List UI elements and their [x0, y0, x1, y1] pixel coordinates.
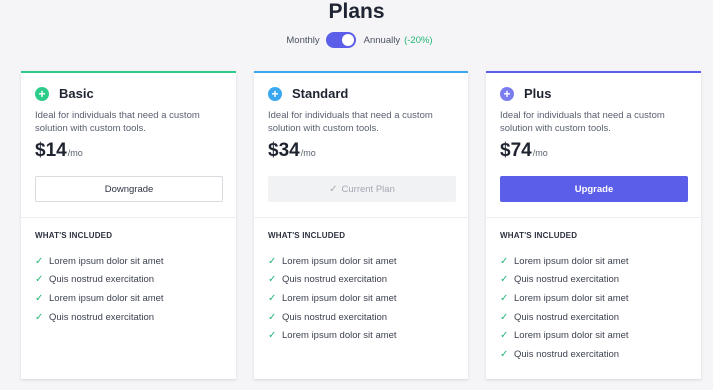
included-heading: WHAT'S INCLUDED: [268, 231, 346, 240]
check-icon: ✓: [500, 292, 509, 304]
feature-item: ✓ Quis nostrud exercitation: [35, 271, 164, 290]
feature-text: Quis nostrud exercitation: [514, 274, 620, 286]
toggle-knob: [341, 34, 354, 46]
plan-description: Ideal for individuals that need a custom…: [268, 110, 433, 134]
billing-period-toggle[interactable]: [325, 32, 356, 48]
feature-text: Lorem ipsum dolor sit amet: [282, 330, 397, 342]
card-accent-line: [254, 71, 468, 73]
plan-name: Standard: [292, 86, 349, 101]
check-icon: ✓: [268, 311, 277, 323]
feature-list: ✓ Lorem ipsum dolor sit amet ✓ Quis nostru…: [268, 252, 397, 345]
check-icon: ✓: [35, 255, 44, 267]
feature-item: ✓ Quis nostrud exercitation: [500, 271, 629, 290]
card-accent-line: [486, 71, 701, 73]
annually-label[interactable]: Annually: [364, 35, 400, 46]
button-label: Upgrade: [574, 183, 614, 195]
price-amount: $74: [500, 140, 532, 161]
feature-item: ✓ Lorem ipsum dolor sit amet: [35, 289, 164, 308]
plan-description: Ideal for individuals that need a custom…: [35, 110, 200, 134]
feature-item: ✓ Quis nostrud exercitation: [268, 271, 397, 290]
discount-badge: (-20%): [404, 34, 433, 46]
feature-text: Lorem ipsum dolor sit amet: [282, 292, 397, 304]
included-heading: WHAT'S INCLUDED: [500, 231, 578, 240]
divider: [254, 217, 468, 218]
feature-text: Lorem ipsum dolor sit amet: [514, 330, 629, 342]
plan-card-plus: + Plus Ideal for individuals that need a…: [486, 71, 701, 379]
upgrade-button[interactable]: Upgrade: [500, 176, 688, 202]
feature-item: ✓ Quis nostrud exercitation: [35, 308, 164, 327]
check-icon: ✓: [268, 255, 277, 267]
price-amount: $14: [35, 140, 67, 161]
feature-item: ✓ Lorem ipsum dolor sit amet: [500, 252, 629, 271]
plan-description: Ideal for individuals that need a custom…: [500, 110, 665, 134]
feature-text: Lorem ipsum dolor sit amet: [49, 292, 164, 304]
feature-text: Quis nostrud exercitation: [49, 274, 155, 286]
plan-price: $34 /mo: [268, 140, 316, 162]
check-icon: ✓: [268, 274, 277, 286]
downgrade-button[interactable]: Downgrade: [35, 176, 223, 202]
feature-list: ✓ Lorem ipsum dolor sit amet ✓ Quis nostru…: [35, 252, 164, 326]
plan-name: Plus: [524, 86, 552, 101]
feature-text: Lorem ipsum dolor sit amet: [514, 255, 629, 267]
plan-price: $74 /mo: [500, 140, 548, 162]
feature-text: Lorem ipsum dolor sit amet: [49, 255, 164, 267]
feature-item: ✓ Lorem ipsum dolor sit amet: [500, 289, 629, 308]
price-period: /mo: [67, 148, 83, 158]
check-icon: ✓: [500, 330, 509, 342]
feature-item: ✓ Quis nostrud exercitation: [500, 345, 629, 364]
check-icon: ✓: [500, 348, 509, 360]
feature-item: ✓ Lorem ipsum dolor sit amet: [268, 326, 397, 345]
monthly-label[interactable]: Monthly: [286, 35, 319, 46]
plan-card-basic: + Basic Ideal for individuals that need …: [21, 71, 236, 379]
check-icon: ✓: [268, 292, 277, 304]
feature-item: ✓ Quis nostrud exercitation: [268, 308, 397, 327]
price-period: /mo: [532, 148, 548, 158]
button-label: Current Plan: [341, 183, 395, 195]
page-title: Plans: [328, 0, 385, 23]
feature-item: ✓ Lorem ipsum dolor sit amet: [35, 252, 164, 271]
check-icon: ✓: [500, 311, 509, 323]
feature-item: ✓ Quis nostrud exercitation: [500, 308, 629, 327]
feature-list: ✓ Lorem ipsum dolor sit amet ✓ Quis nostru…: [500, 252, 629, 364]
feature-text: Lorem ipsum dolor sit amet: [282, 255, 397, 267]
current-plan-button[interactable]: ✓ Current Plan: [268, 176, 456, 202]
feature-item: ✓ Lorem ipsum dolor sit amet: [500, 326, 629, 345]
check-icon: ✓: [500, 255, 509, 267]
included-heading: WHAT'S INCLUDED: [35, 231, 113, 240]
feature-text: Quis nostrud exercitation: [514, 311, 620, 323]
check-icon: ✓: [268, 330, 277, 342]
check-icon: ✓: [35, 292, 44, 304]
feature-item: ✓ Lorem ipsum dolor sit amet: [268, 252, 397, 271]
check-icon: ✓: [500, 274, 509, 286]
feature-text: Quis nostrud exercitation: [282, 274, 388, 286]
divider: [486, 217, 701, 218]
plus-circle-icon: +: [500, 86, 514, 101]
feature-item: ✓ Lorem ipsum dolor sit amet: [268, 289, 397, 308]
billing-toggle-group: Monthly Annually (-20%): [0, 32, 713, 48]
check-icon: ✓: [35, 311, 44, 323]
plus-circle-icon: +: [35, 86, 49, 101]
button-label: Downgrade: [104, 183, 154, 195]
plan-name: Basic: [59, 86, 94, 101]
price-period: /mo: [300, 148, 316, 158]
plan-card-standard: + Standard Ideal for individuals that ne…: [254, 71, 468, 379]
feature-text: Quis nostrud exercitation: [49, 311, 155, 323]
plan-price: $14 /mo: [35, 140, 83, 162]
divider: [21, 217, 236, 218]
price-amount: $34: [268, 140, 300, 161]
feature-text: Quis nostrud exercitation: [282, 311, 388, 323]
plus-circle-icon: +: [268, 86, 282, 101]
feature-text: Lorem ipsum dolor sit amet: [514, 292, 629, 304]
card-accent-line: [21, 71, 236, 73]
check-icon: ✓: [35, 274, 44, 286]
feature-text: Quis nostrud exercitation: [514, 348, 620, 360]
check-icon: ✓: [329, 183, 338, 195]
